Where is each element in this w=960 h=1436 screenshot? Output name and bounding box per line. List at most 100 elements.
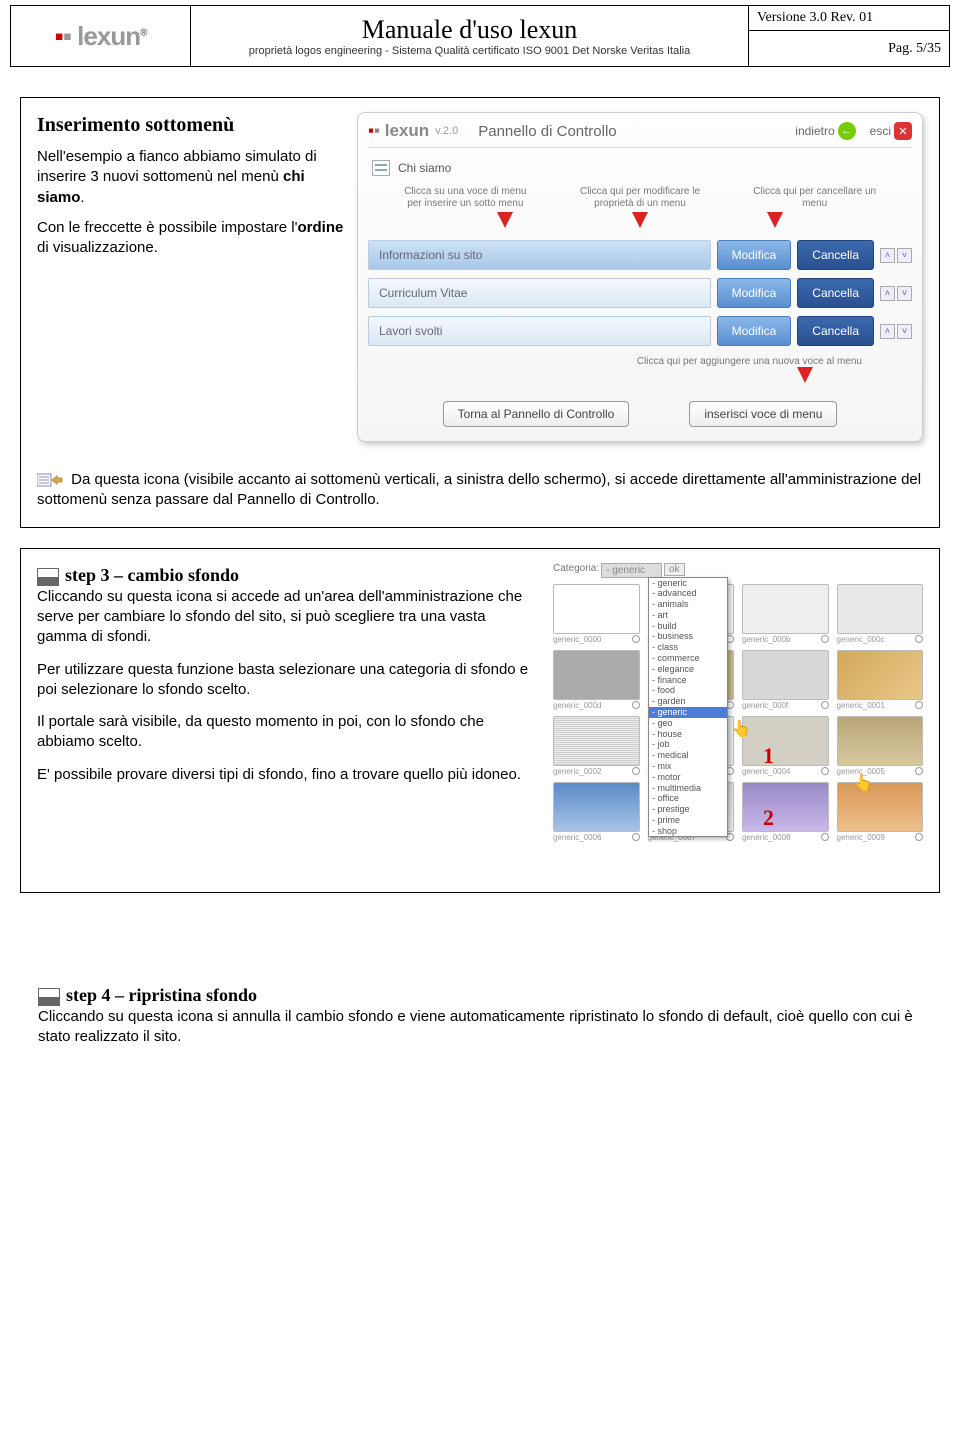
swatch-item[interactable]: generic_0005 — [837, 716, 924, 776]
swatch-radio[interactable] — [915, 833, 923, 841]
swatch-item[interactable]: generic_0001 — [837, 650, 924, 710]
dropdown-option[interactable]: - house — [649, 729, 727, 740]
dropdown-option[interactable]: - multimedia — [649, 783, 727, 794]
doc-subtitle: proprietà logos engineering - Sistema Qu… — [249, 45, 690, 57]
menu-row: Curriculum VitaeModificaCancella ˄˅ — [368, 278, 912, 308]
swatch-thumbnail — [837, 650, 924, 700]
swatch-caption: generic_000d — [553, 701, 601, 710]
swatch-thumbnail — [742, 650, 829, 700]
swatch-item[interactable]: generic_0004 — [742, 716, 829, 776]
back-icon: ← — [838, 122, 856, 140]
move-up-button[interactable]: ˄ — [880, 248, 895, 263]
swatch-thumbnail — [837, 782, 924, 832]
s1p2a: Con le freccette è possibile impostare l… — [37, 219, 298, 236]
panel-version: v.2.0 — [435, 125, 458, 137]
swatch-radio[interactable] — [632, 635, 640, 643]
page-header: ▪▪ lexun® Manuale d'uso lexun proprietà … — [10, 5, 950, 67]
swatch-grid: generic_0000generic_000ageneric_000bgene… — [553, 584, 923, 842]
swatch-caption: generic_000f — [742, 701, 788, 710]
swatch-radio[interactable] — [632, 767, 640, 775]
dropdown-option[interactable]: - medical — [649, 750, 727, 761]
modify-button[interactable]: Modifica — [717, 316, 792, 346]
s1p2c: di visualizzazione. — [37, 239, 158, 256]
dropdown-option[interactable]: - geo — [649, 718, 727, 729]
menu-item-label[interactable]: Curriculum Vitae — [368, 278, 711, 308]
move-up-button[interactable]: ˄ — [880, 286, 895, 301]
swatch-item[interactable]: generic_000f — [742, 650, 829, 710]
swatch-item[interactable]: generic_0008 — [742, 782, 829, 842]
arrow-down-icon — [767, 212, 783, 228]
hint3: Clicca qui per cancellare un menu — [747, 186, 882, 210]
swatch-radio[interactable] — [632, 833, 640, 841]
doc-title: Manuale d'uso lexun — [362, 15, 578, 45]
swatch-radio[interactable] — [821, 833, 829, 841]
move-up-button[interactable]: ˄ — [880, 324, 895, 339]
swatch-radio[interactable] — [915, 701, 923, 709]
dropdown-option[interactable]: - build — [649, 621, 727, 632]
delete-button[interactable]: Cancella — [797, 278, 874, 308]
swatch-radio[interactable] — [915, 635, 923, 643]
dropdown-option[interactable]: - prestige — [649, 804, 727, 815]
swatch-radio[interactable] — [821, 701, 829, 709]
section1-text: Inserimento sottomenù Nell'esempio a fia… — [37, 112, 347, 442]
category-dropdown[interactable]: - generic- advanced- animals- art- build… — [648, 577, 728, 837]
dropdown-option[interactable]: - advanced — [649, 588, 727, 599]
delete-button[interactable]: Cancella — [797, 240, 874, 270]
move-down-button[interactable]: ˅ — [897, 286, 912, 301]
modify-button[interactable]: Modifica — [717, 240, 792, 270]
ok-button[interactable]: ok — [664, 563, 685, 576]
swatch-item[interactable]: generic_0009 — [837, 782, 924, 842]
swatch-caption: generic_0009 — [837, 833, 885, 842]
dropdown-option[interactable]: - art — [649, 610, 727, 621]
dropdown-option[interactable]: - office — [649, 793, 727, 804]
arrow-down-icon — [632, 212, 648, 228]
doc-page: Pag. 5/35 — [749, 31, 949, 66]
control-panel: ▪▪ lexun v.2.0 Pannello di Controllo ind… — [357, 112, 923, 442]
dropdown-option[interactable]: - finance — [649, 675, 727, 686]
dropdown-option[interactable]: - prime — [649, 815, 727, 826]
swatch-item[interactable]: generic_0002 — [553, 716, 640, 776]
dropdown-option[interactable]: - elegance — [649, 664, 727, 675]
step4-title: step 4 – ripristina sfondo — [66, 985, 257, 1005]
step3-p3: Il portale sarà visibile, da questo mome… — [37, 712, 537, 753]
swatch-item[interactable]: generic_000c — [837, 584, 924, 644]
dropdown-option[interactable]: - generic — [649, 578, 727, 589]
swatch-thumbnail — [553, 584, 640, 634]
delete-button[interactable]: Cancella — [797, 316, 874, 346]
swatch-radio[interactable] — [821, 767, 829, 775]
swatch-caption: generic_000c — [837, 635, 885, 644]
lexun-logo: ▪▪ lexun® — [55, 21, 147, 52]
step3-title: step 3 – cambio sfondo — [65, 565, 239, 585]
insert-menu-item-button[interactable]: inserisci voce di menu — [689, 401, 837, 427]
swatch-item[interactable]: generic_000d — [553, 650, 640, 710]
swatch-radio[interactable] — [821, 635, 829, 643]
dropdown-option[interactable]: - food — [649, 685, 727, 696]
dropdown-option[interactable]: - motor — [649, 772, 727, 783]
reorder-spinner: ˄˅ — [880, 286, 912, 301]
back-to-panel-button[interactable]: Torna al Pannello di Controllo — [443, 401, 630, 427]
dropdown-option[interactable]: - generic — [649, 707, 727, 718]
marker-1: 1 — [763, 743, 774, 769]
dropdown-option[interactable]: - business — [649, 631, 727, 642]
exit-link[interactable]: esci✕ — [870, 122, 912, 140]
modify-button[interactable]: Modifica — [717, 278, 792, 308]
dropdown-option[interactable]: - shop — [649, 826, 727, 837]
move-down-button[interactable]: ˅ — [897, 248, 912, 263]
dropdown-option[interactable]: - garden — [649, 696, 727, 707]
dropdown-option[interactable]: - mix — [649, 761, 727, 772]
category-select[interactable]: - generic — [601, 563, 662, 578]
dropdown-option[interactable]: - commerce — [649, 653, 727, 664]
dropdown-option[interactable]: - animals — [649, 599, 727, 610]
menu-item-label[interactable]: Informazioni su sito — [368, 240, 711, 270]
swatch-item[interactable]: generic_000b — [742, 584, 829, 644]
panel-breadcrumb: Chi siamo — [368, 154, 912, 182]
swatch-radio[interactable] — [632, 701, 640, 709]
move-down-button[interactable]: ˅ — [897, 324, 912, 339]
dropdown-option[interactable]: - job — [649, 739, 727, 750]
menu-item-label[interactable]: Lavori svolti — [368, 316, 711, 346]
swatch-item[interactable]: generic_0006 — [553, 782, 640, 842]
swatch-item[interactable]: generic_0000 — [553, 584, 640, 644]
swatch-radio[interactable] — [915, 767, 923, 775]
back-link[interactable]: indietro← — [795, 122, 855, 140]
dropdown-option[interactable]: - class — [649, 642, 727, 653]
